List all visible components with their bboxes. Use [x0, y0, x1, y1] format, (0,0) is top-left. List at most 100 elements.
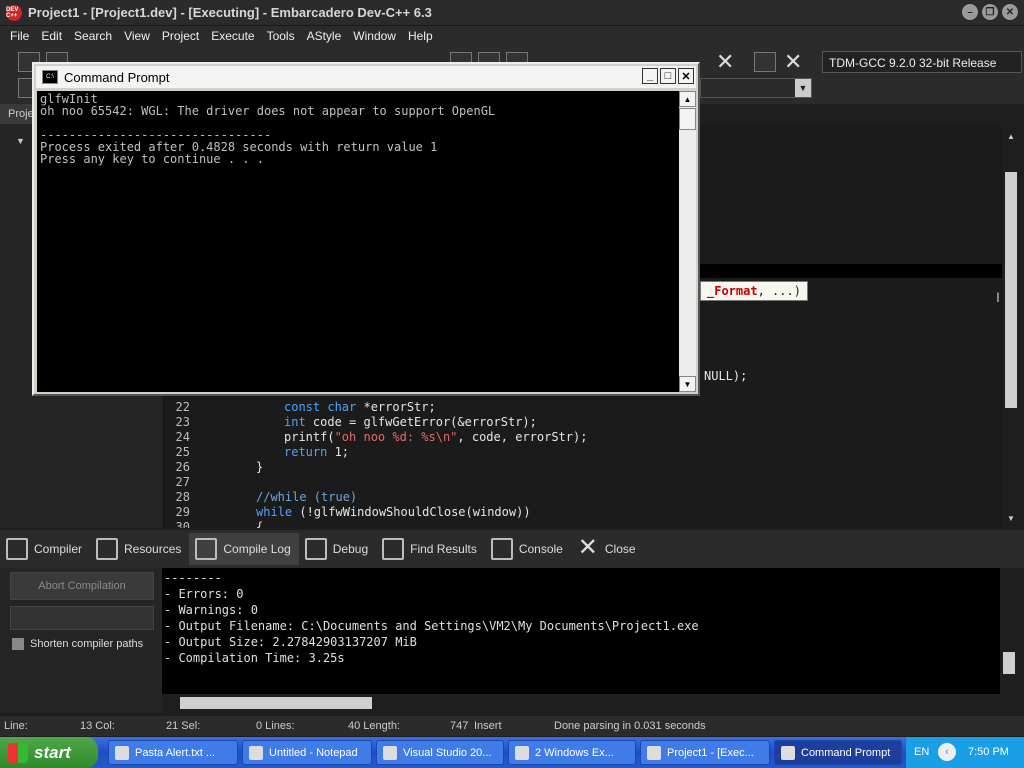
log-line: - Output Size: 2.27842903137207 MiB: [164, 635, 417, 649]
cmd-title-bar[interactable]: C:\ Command Prompt _ □ ✕: [36, 66, 696, 88]
task-app-icon: [115, 745, 129, 760]
close-button[interactable]: ✕: [1002, 4, 1018, 20]
taskbar-item[interactable]: Visual Studio 20...: [376, 740, 504, 765]
command-prompt-window[interactable]: C:\ Command Prompt _ □ ✕ glfwInit oh noo …: [32, 62, 700, 396]
start-button[interactable]: start: [0, 737, 98, 768]
compile-log[interactable]: -------- - Errors: 0 - Warnings: 0 - Output…: [162, 568, 1000, 694]
menu-tools[interactable]: Tools: [261, 29, 301, 43]
project-tab[interactable]: Proje: [0, 104, 34, 124]
scroll-thumb[interactable]: [1005, 172, 1017, 408]
tooltip-rest: , ...): [757, 284, 801, 298]
task-app-icon: [515, 745, 529, 760]
compiler-select[interactable]: TDM-GCC 9.2.0 32-bit Release: [822, 51, 1022, 73]
cmd-maximize-button[interactable]: □: [660, 68, 676, 84]
shorten-paths-option[interactable]: Shorten compiler paths: [12, 638, 143, 650]
menu-edit[interactable]: Edit: [35, 29, 68, 43]
status-insert-mode: Insert: [474, 720, 502, 732]
editor-vertical-scrollbar[interactable]: ▲ ▼: [1002, 124, 1020, 528]
menu-search[interactable]: Search: [68, 29, 118, 43]
delete-profile-icon[interactable]: ✕: [784, 51, 802, 73]
cmd-close-button[interactable]: ✕: [678, 68, 694, 84]
clock: 7:50 PM: [968, 746, 1009, 758]
log-vertical-scrollbar[interactable]: [1000, 568, 1020, 694]
function-dropdown[interactable]: ▼: [700, 78, 812, 98]
code-text: int code = glfwGetError(&errorStr);: [284, 415, 537, 429]
cmd-icon: C:\: [42, 70, 58, 84]
tab-label: Console: [518, 542, 563, 556]
cmd-output-line: oh noo 65542: WGL: The driver does not a…: [40, 104, 496, 118]
taskbar-item[interactable]: Pasta Alert.txt ...: [108, 740, 238, 765]
resources-icon: [96, 538, 119, 560]
log-line: - Errors: 0: [164, 587, 244, 601]
menu-astyle[interactable]: AStyle: [301, 29, 348, 43]
scroll-up-icon[interactable]: ▲: [679, 91, 696, 107]
tab-find-results[interactable]: Find Results: [376, 533, 485, 565]
taskbar-item[interactable]: Project1 - [Exec...: [640, 740, 770, 765]
tab-console[interactable]: Console: [485, 533, 571, 565]
line-number: 27: [175, 475, 190, 489]
minimize-button[interactable]: –: [962, 4, 978, 20]
profile-button[interactable]: [754, 52, 776, 72]
code-text: NULL);: [704, 369, 748, 383]
tab-close[interactable]: ✕ Close: [571, 533, 644, 565]
code-text: while (!glfwWindowShouldClose(window)): [256, 505, 531, 519]
line-number: 23: [175, 415, 190, 429]
bottom-tab-bar: Compiler Resources Compile Log Debug Find Re…: [0, 530, 1024, 568]
debug-icon: [304, 538, 327, 560]
taskbar-item[interactable]: Command Prompt: [774, 740, 902, 765]
menu-view[interactable]: View: [118, 29, 156, 43]
tab-compiler[interactable]: Compiler: [0, 533, 90, 565]
restore-button[interactable]: ❐: [982, 4, 998, 20]
menu-help[interactable]: Help: [402, 29, 439, 43]
abort-compilation-button[interactable]: Abort Compilation: [10, 572, 154, 600]
line-number: 28: [175, 490, 190, 504]
devcpp-app-icon[interactable]: DEV C++: [6, 4, 22, 21]
ibeam-cursor-icon: I: [996, 289, 1000, 305]
scroll-thumb[interactable]: [180, 697, 372, 709]
windows-flag-icon: [8, 742, 28, 763]
taskbar-item[interactable]: Untitled - Notepad: [242, 740, 372, 765]
status-sel: 0 Lines:: [256, 720, 295, 732]
window-title: Project1 - [Project1.dev] - [Executing] …: [28, 5, 432, 20]
task-label: Visual Studio 20...: [403, 746, 492, 759]
shorten-paths-checkbox[interactable]: [12, 638, 24, 650]
expand-triangle-icon[interactable]: ▼: [16, 136, 25, 146]
stop-execution-icon[interactable]: ✕: [716, 51, 734, 73]
code-text: //while (true): [256, 490, 358, 504]
log-horizontal-scrollbar[interactable]: [162, 694, 1000, 712]
cmd-console-output[interactable]: glfwInit oh noo 65542: WGL: The driver do…: [37, 91, 679, 392]
task-label: Untitled - Notepad: [269, 746, 358, 759]
windows-taskbar: start Pasta Alert.txt ... Untitled - Note…: [0, 737, 1024, 768]
menu-execute[interactable]: Execute: [205, 29, 260, 43]
title-bar: DEV C++ Project1 - [Project1.dev] - [Exe…: [0, 0, 1024, 26]
cmd-vertical-scrollbar[interactable]: ▲ ▼: [679, 91, 696, 392]
scroll-up-icon[interactable]: ▲: [1005, 130, 1017, 142]
menu-window[interactable]: Window: [347, 29, 402, 43]
scroll-down-icon[interactable]: ▼: [1005, 512, 1017, 524]
status-col: 21 Sel:: [166, 720, 201, 732]
tab-debug[interactable]: Debug: [299, 533, 376, 565]
tab-compile-log[interactable]: Compile Log: [189, 533, 299, 565]
tray-arrow-icon[interactable]: ‹: [938, 743, 956, 761]
task-app-icon: [647, 745, 661, 760]
scroll-thumb[interactable]: [679, 108, 696, 130]
scroll-thumb[interactable]: [1003, 652, 1015, 674]
chevron-down-icon[interactable]: ▼: [795, 79, 811, 97]
language-indicator[interactable]: EN: [914, 746, 929, 758]
taskbar-item[interactable]: 2 Windows Ex...: [508, 740, 636, 765]
menu-file[interactable]: File: [4, 29, 35, 43]
shorten-paths-label: Shorten compiler paths: [30, 638, 144, 650]
status-lines: 40 Length:: [348, 720, 400, 732]
compile-controls: Abort Compilation Shorten compiler paths: [0, 568, 162, 713]
line-number: 25: [175, 445, 190, 459]
task-app-icon: [383, 745, 397, 760]
status-bar: Line: 13 Col: 21 Sel: 0 Lines: 40 Length…: [0, 716, 1024, 736]
cmd-window-controls: _ □ ✕: [642, 68, 694, 84]
tab-resources[interactable]: Resources: [90, 533, 189, 565]
cmd-title: Command Prompt: [64, 69, 170, 85]
menu-project[interactable]: Project: [156, 29, 205, 43]
scroll-down-icon[interactable]: ▼: [679, 376, 696, 392]
cmd-minimize-button[interactable]: _: [642, 68, 658, 84]
line-number: 30: [175, 520, 190, 528]
start-label: start: [34, 742, 71, 762]
